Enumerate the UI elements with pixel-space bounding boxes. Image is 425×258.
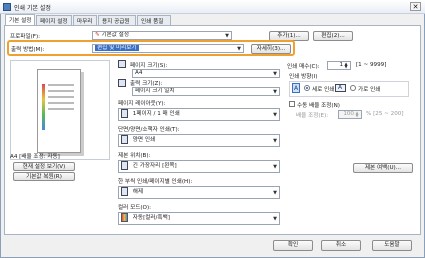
copies-input[interactable]: 1 ▲ ▼: [327, 61, 351, 70]
spin-arrows-icon[interactable]: ▲ ▼: [354, 111, 360, 118]
printer-icon: [3, 3, 11, 11]
page-size-label: 페이지 크기(S):: [130, 63, 168, 69]
tab-print-quality[interactable]: 인쇄 품질: [137, 15, 171, 25]
collate-label: 한 부씩 인쇄/페이지별 인쇄(H):: [118, 179, 193, 185]
scale-input[interactable]: 100 ▲ ▼: [338, 110, 362, 119]
orientation-label: 인쇄 방향(I): [289, 74, 318, 80]
preview-caption: A4 [배율 조정: 자동]: [10, 154, 60, 160]
spin-arrows-icon[interactable]: ▲ ▼: [343, 62, 349, 69]
output-size-select[interactable]: 페이지 크기 일치 ▼: [132, 87, 280, 96]
output-detail-button[interactable]: 자세히(3)...: [251, 44, 291, 54]
single-page-icon: [121, 109, 128, 118]
chevron-down-icon: ▼: [273, 190, 277, 196]
output-method-select[interactable]: 편집 및 미리보기 ▼: [92, 44, 244, 53]
duplex-icon: [121, 135, 128, 144]
color-mode-label: 컬러 모드(O):: [118, 205, 152, 211]
window-title: 인쇄 기본 설정: [14, 5, 51, 12]
output-method-value: 편집 및 미리보기: [95, 45, 139, 51]
copies-label: 인쇄 매수(C):: [287, 64, 320, 70]
chevron-down-icon: ▼: [273, 138, 277, 144]
restore-defaults-button[interactable]: 기본값 복원(R): [13, 172, 75, 181]
binding-margin-button[interactable]: 제본 여백(U)...: [353, 163, 413, 173]
profile-icon: ✎: [95, 32, 100, 38]
ok-button[interactable]: 확인: [273, 240, 313, 251]
scale-range: % [25 ~ 200]: [366, 111, 404, 117]
collate-value: 해제: [132, 189, 144, 195]
layout-select[interactable]: 1페이지 / 1 매 인쇄 ▼: [118, 108, 280, 121]
scale-label: 배율 조정(E):: [296, 113, 329, 119]
duplex-label: 단면/양면/소책자 인쇄(T):: [118, 127, 180, 133]
layout-value: 1페이지 / 1 매 인쇄: [132, 111, 180, 117]
output-size-icon: [118, 79, 126, 87]
portrait-radio[interactable]: [304, 85, 310, 91]
manual-scaling-label: 수동 배율 조정(N): [297, 103, 340, 109]
color-bar-icon: [42, 84, 45, 130]
landscape-label: 가로 인쇄: [358, 87, 381, 93]
output-method-label: 출력 방법(M):: [11, 47, 45, 53]
binding-select[interactable]: 긴 가장자리 [왼쪽] ▼: [118, 160, 280, 173]
page-size-select[interactable]: A4 ▼: [132, 69, 280, 78]
copies-range: [1 ~ 9999]: [356, 62, 387, 68]
chevron-down-icon: ▼: [273, 216, 277, 222]
color-mode-value: 자동[컬러/흑백]: [132, 215, 170, 221]
view-settings-button[interactable]: 현재 설정 보기(V): [13, 162, 75, 171]
chevron-down-icon: ▼: [225, 33, 229, 39]
duplex-value: 양면 인쇄: [132, 137, 156, 143]
collate-select[interactable]: 해제 ▼: [118, 186, 280, 199]
edit-profile-button[interactable]: 편집(2)...: [313, 31, 353, 41]
cancel-button[interactable]: 취소: [321, 240, 361, 251]
layout-label: 페이지 레이아웃(Y):: [118, 101, 166, 107]
portrait-label: 세로 인쇄: [312, 87, 335, 93]
page-size-icon: [118, 60, 126, 68]
tab-page-setup[interactable]: 페이지 설정: [36, 15, 72, 25]
chevron-down-icon: ▼: [273, 89, 277, 95]
chevron-down-icon: ▼: [273, 71, 277, 77]
duplex-select[interactable]: 양면 인쇄 ▼: [118, 134, 280, 147]
page-preview: [10, 60, 110, 160]
binding-icon: [121, 161, 128, 170]
profile-label: 프로파일(F):: [10, 34, 41, 40]
binding-label: 제본 위치(B):: [118, 153, 151, 159]
landscape-radio[interactable]: [350, 85, 356, 91]
preview-page-icon: [37, 69, 81, 153]
page-size-value: A4: [135, 70, 143, 76]
landscape-icon: A: [335, 84, 346, 92]
color-mode-select[interactable]: 자동[컬러/흑백] ▼: [118, 212, 280, 225]
tab-finishing[interactable]: 마무리: [73, 15, 97, 25]
chevron-down-icon: ▼: [273, 112, 277, 118]
profile-value: 기본값 설정: [101, 32, 129, 38]
portrait-icon: A: [292, 83, 300, 93]
chevron-down-icon: ▼: [237, 46, 241, 52]
close-button[interactable]: ✕: [410, 2, 421, 11]
chevron-down-icon: ▼: [273, 164, 277, 170]
output-size-value: 페이지 크기 일치: [135, 88, 175, 94]
help-button[interactable]: 도움말: [372, 240, 412, 251]
title-bar: 인쇄 기본 설정 ✕: [0, 0, 425, 14]
collate-icon: [121, 187, 128, 196]
tab-paper-source[interactable]: 용지 공급원: [98, 15, 136, 25]
binding-value: 긴 가장자리 [왼쪽]: [132, 163, 177, 169]
color-mode-icon: [121, 213, 128, 222]
profile-select[interactable]: ✎ 기본값 설정 ▼: [92, 31, 232, 40]
output-size-label: 출력 크기(Z):: [130, 81, 163, 87]
scale-value: 100: [343, 111, 354, 117]
manual-scaling-checkbox[interactable]: [289, 101, 295, 107]
